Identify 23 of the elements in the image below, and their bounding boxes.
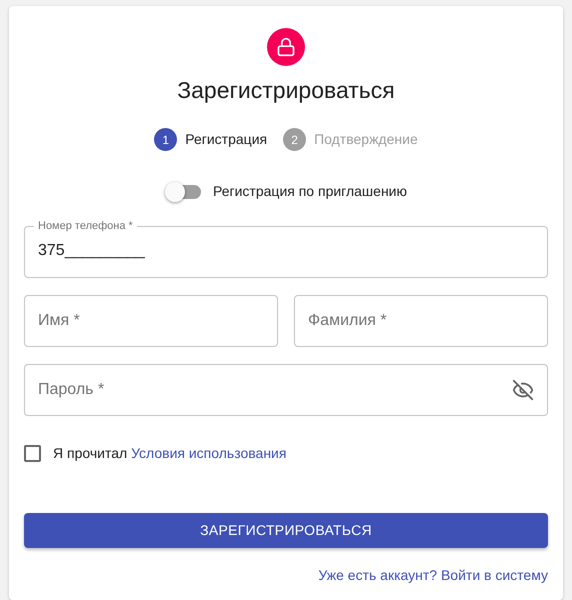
lock-icon bbox=[267, 28, 305, 66]
phone-field[interactable]: Номер телефона * 375_________ bbox=[24, 219, 548, 278]
last-name-field[interactable]: Фамилия * bbox=[294, 295, 548, 347]
terms-link[interactable]: Условия использования bbox=[131, 445, 286, 461]
invite-switch[interactable] bbox=[165, 182, 201, 202]
field-value: 375_________ bbox=[38, 242, 145, 259]
step-number: 2 bbox=[283, 128, 306, 151]
first-name-field[interactable]: Имя * bbox=[24, 295, 278, 347]
register-button[interactable]: ЗАРЕГИСТРИРОВАТЬСЯ bbox=[24, 513, 548, 548]
field-label: Пароль * bbox=[38, 380, 104, 400]
switch-label: Регистрация по приглашению bbox=[213, 182, 407, 201]
field-label: Имя * bbox=[38, 311, 80, 331]
eye-off-icon[interactable] bbox=[512, 379, 534, 401]
field-label: Номер телефона * bbox=[37, 219, 134, 233]
page-title: Зарегистрироваться bbox=[177, 76, 395, 104]
field-label: Фамилия * bbox=[308, 311, 387, 331]
step-label: Регистрация bbox=[185, 130, 268, 149]
password-field[interactable]: Пароль * bbox=[24, 364, 548, 416]
terms-checkbox[interactable] bbox=[24, 445, 41, 462]
terms-text: Я прочитал Условия использования bbox=[53, 444, 286, 463]
login-link[interactable]: Уже есть аккаунт? Войти в систему bbox=[318, 565, 548, 586]
step-label: Подтверждение bbox=[314, 130, 418, 149]
step-number: 1 bbox=[154, 128, 178, 151]
